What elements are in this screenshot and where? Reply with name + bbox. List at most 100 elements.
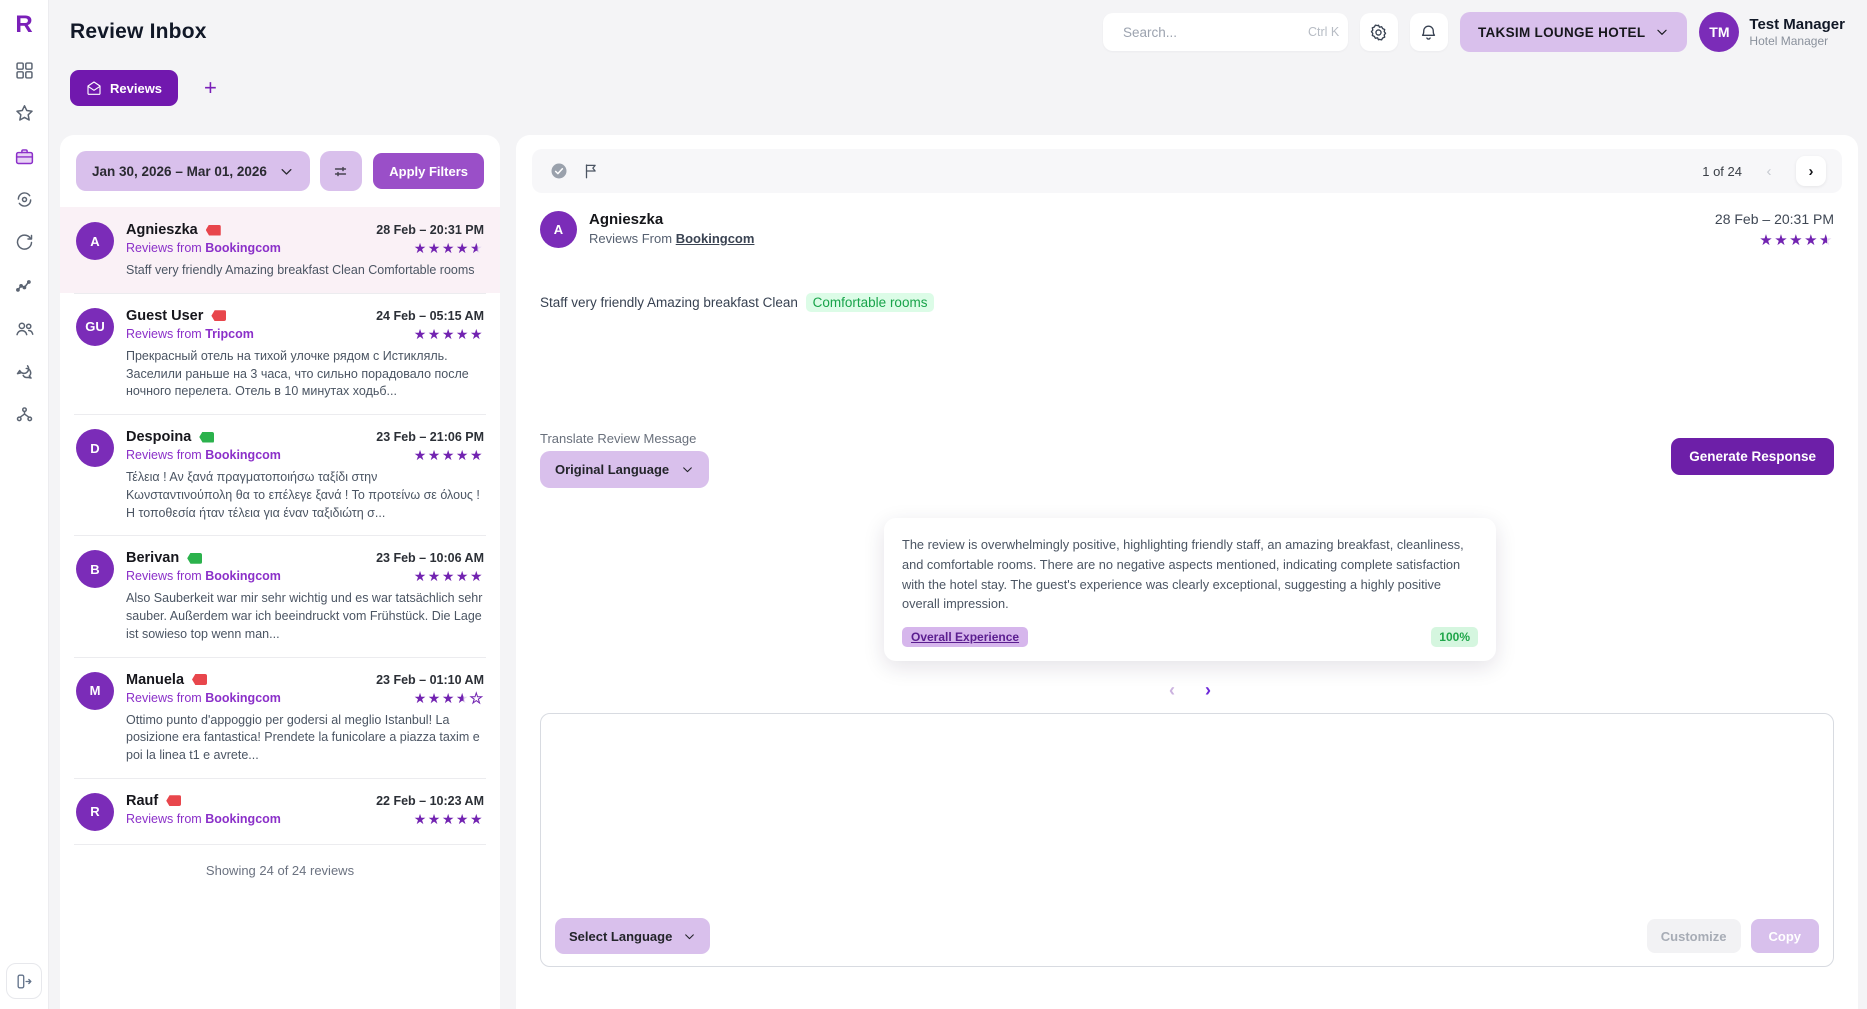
previous-review-button[interactable]: ‹ (1754, 156, 1784, 186)
top-header: Review Inbox Ctrl K TAKSIM LOUNGE HOTEL … (48, 0, 1867, 64)
analysis-score-badge: 100% (1431, 627, 1478, 647)
filter-options-button[interactable] (320, 151, 362, 191)
sidebar-rail: R (0, 0, 48, 1009)
review-snippet: Staff very friendly Amazing breakfast Cl… (126, 262, 484, 280)
sidebar-item-grid[interactable] (12, 58, 36, 82)
review-list-panel: Jan 30, 2026 – Mar 01, 2026 Apply Filter… (60, 135, 500, 1009)
compose-toolbar: Select Language Customize Copy (541, 906, 1833, 966)
response-textarea[interactable] (541, 714, 1833, 906)
star-icon (14, 103, 35, 124)
sidebar-item-refresh[interactable] (12, 230, 36, 254)
analysis-next-button[interactable]: › (1205, 680, 1211, 701)
review-date: 28 Feb – 20:31 PM (376, 223, 484, 237)
review-list-item[interactable]: A Agnieszka 28 Feb – 20:31 PM Reviews fr… (60, 207, 500, 293)
customize-button[interactable]: Customize (1647, 919, 1741, 953)
sidebar-item-users[interactable] (12, 316, 36, 340)
review-date: 28 Feb – 20:31 PM (1715, 211, 1834, 227)
user-menu[interactable]: TM Test Manager Hotel Manager (1699, 12, 1845, 52)
review-source: Reviews from Bookingcom (126, 691, 281, 705)
collapse-icon (15, 972, 34, 991)
briefcase-icon (14, 146, 35, 167)
country-flag-icon (166, 795, 181, 806)
grid-icon (14, 60, 35, 81)
chevron-down-icon (683, 930, 696, 943)
star-icon: ★ (414, 811, 428, 827)
star-icon: ★ (414, 690, 428, 706)
review-list-item[interactable]: GU Guest User 24 Feb – 05:15 AM Reviews … (60, 293, 500, 414)
reviewer-avatar: GU (76, 308, 114, 346)
chat-icon (14, 361, 35, 382)
reviewer-avatar: R (76, 793, 114, 831)
sidebar-item-star[interactable] (12, 101, 36, 125)
star-rating: ★★★★★ (414, 812, 484, 826)
reviewer-name: Agnieszka (589, 211, 754, 228)
search-input[interactable] (1123, 25, 1300, 40)
tab-reviews[interactable]: Reviews (70, 70, 178, 106)
analysis-carousel-nav: ‹ › (884, 680, 1496, 701)
app-logo[interactable]: R (9, 10, 39, 40)
check-circle-icon (550, 162, 568, 180)
collapse-sidebar-button[interactable] (6, 963, 42, 999)
reviewer-avatar: D (76, 429, 114, 467)
copy-button[interactable]: Copy (1751, 919, 1820, 953)
sidebar-item-briefcase[interactable] (12, 144, 36, 168)
tabs-row: Reviews + (70, 70, 217, 106)
add-tab-button[interactable]: + (204, 75, 217, 101)
chevron-down-icon (681, 463, 694, 476)
analysis-category-tag[interactable]: Overall Experience (902, 627, 1028, 647)
review-list: A Agnieszka 28 Feb – 20:31 PM Reviews fr… (60, 207, 500, 844)
star-icon: ★ (456, 811, 470, 827)
star-icon: ★ (428, 240, 442, 256)
chevron-down-icon (279, 164, 294, 179)
star-icon: ★ (442, 568, 456, 584)
notifications-button[interactable] (1410, 13, 1448, 51)
sidebar-item-network[interactable] (12, 402, 36, 426)
ai-analysis-text: The review is overwhelmingly positive, h… (902, 535, 1478, 614)
star-icon: ★ (414, 326, 428, 342)
review-source: Reviews from Bookingcom (126, 812, 281, 826)
star-icon: ★ (428, 568, 442, 584)
star-icon: ★ (428, 447, 442, 463)
flag-review-button[interactable] (580, 160, 602, 182)
next-review-button[interactable]: › (1796, 156, 1826, 186)
mark-resolved-button[interactable] (548, 160, 570, 182)
generate-response-button[interactable]: Generate Response (1671, 438, 1834, 475)
settings-button[interactable] (1360, 13, 1398, 51)
review-source: Reviews from Tripcom (126, 327, 254, 341)
star-icon: ★ (1789, 232, 1804, 249)
star-icon: ★ (442, 326, 456, 342)
star-icon: ★ (1759, 232, 1774, 249)
review-body: Staff very friendly Amazing breakfast Cl… (540, 295, 934, 310)
country-flag-icon (199, 432, 214, 443)
star-icon: ★ (442, 447, 456, 463)
analysis-previous-button[interactable]: ‹ (1169, 680, 1175, 701)
star-rating: ★★★★★ (414, 448, 484, 462)
star-icon: ★ (414, 568, 428, 584)
hotel-selector[interactable]: TAKSIM LOUNGE HOTEL (1460, 12, 1687, 52)
star-icon: ★ (470, 326, 484, 342)
translate-language-select[interactable]: Original Language (540, 451, 709, 488)
review-list-item[interactable]: R Rauf 22 Feb – 10:23 AM Reviews from Bo… (60, 778, 500, 844)
review-list-item[interactable]: B Berivan 23 Feb – 10:06 AM Reviews from… (60, 535, 500, 656)
country-flag-icon (187, 553, 202, 564)
review-snippet: Прекрасный отель на тихой улочке рядом с… (126, 348, 484, 401)
review-list-item[interactable]: M Manuela 23 Feb – 01:10 AM Reviews from… (60, 657, 500, 778)
country-flag-icon (192, 674, 207, 685)
review-snippet: Also Sauberkeit war mir sehr wichtig und… (126, 590, 484, 643)
highlighted-phrase[interactable]: Comfortable rooms (806, 293, 935, 312)
response-language-select[interactable]: Select Language (555, 918, 710, 954)
source-link[interactable]: Bookingcom (676, 231, 755, 246)
flag-icon (582, 162, 600, 180)
sidebar-item-analytics[interactable] (12, 273, 36, 297)
sidebar-item-care[interactable] (12, 187, 36, 211)
review-list-item[interactable]: D Despoina 23 Feb – 21:06 PM Reviews fro… (60, 414, 500, 535)
sidebar-item-chat[interactable] (12, 359, 36, 383)
search-box[interactable]: Ctrl K (1103, 13, 1348, 51)
star-icon: ★ (470, 240, 484, 256)
detail-header: A Agnieszka Reviews From Bookingcom 28 F… (540, 211, 1834, 250)
date-range-label: Jan 30, 2026 – Mar 01, 2026 (92, 164, 267, 179)
detail-pagination-count: 1 of 24 (1702, 164, 1742, 179)
date-range-picker[interactable]: Jan 30, 2026 – Mar 01, 2026 (76, 151, 310, 191)
review-count-footer: Showing 24 of 24 reviews (74, 844, 486, 892)
apply-filters-button[interactable]: Apply Filters (373, 153, 484, 189)
